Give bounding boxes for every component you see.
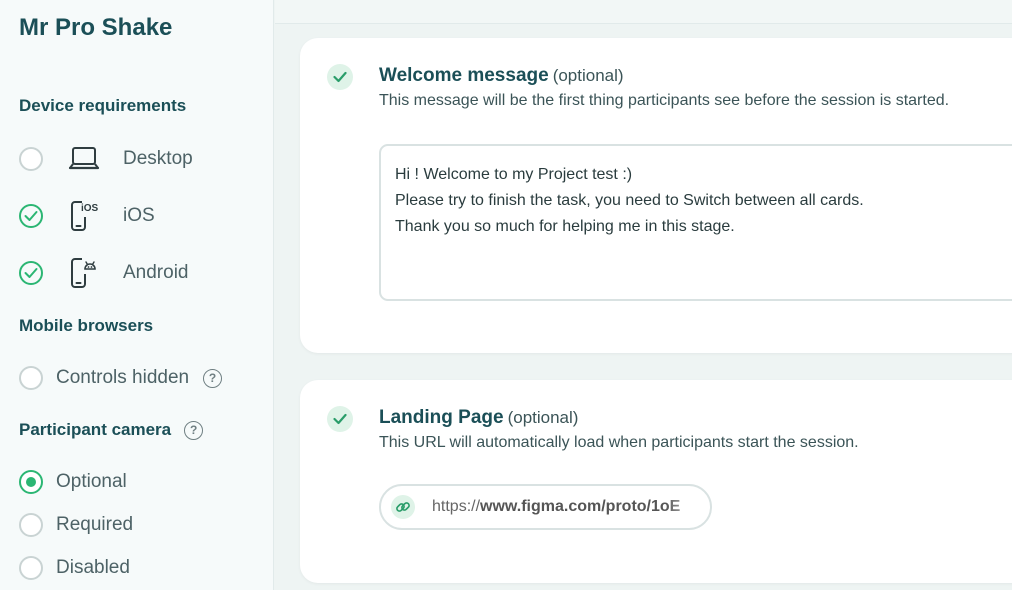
top-bar: [275, 0, 1012, 24]
welcome-message-description: This message will be the first thing par…: [379, 92, 950, 109]
project-title: Mr Pro Shake: [19, 14, 173, 41]
camera-option-label: Disabled: [56, 557, 130, 578]
landing-page-title: Landing Page (optional): [379, 407, 578, 429]
laptop-icon: [67, 142, 101, 176]
device-label-desktop: Desktop: [123, 148, 193, 169]
android-phone-icon: [67, 256, 101, 290]
svg-text:iOS: iOS: [81, 203, 99, 214]
help-icon[interactable]: ?: [184, 420, 204, 440]
welcome-message-title: Welcome message (optional): [379, 65, 624, 87]
controls-hidden-label: Controls hidden: [56, 367, 190, 388]
desktop-radio[interactable]: [19, 147, 43, 171]
welcome-message-card: Welcome message (optional) This message w…: [300, 38, 1012, 353]
welcome-title-text: Welcome message: [379, 65, 549, 86]
camera-option-optional[interactable]: Optional: [19, 467, 127, 497]
message-line: Hi ! Welcome to my Project test :): [395, 166, 633, 183]
android-check-icon[interactable]: [19, 261, 43, 285]
ios-check-icon[interactable]: [19, 204, 43, 228]
url-path: www.figma.com/proto/1oE: [480, 498, 681, 515]
device-requirements-heading: Device requirements: [19, 96, 187, 115]
camera-option-label: Required: [56, 514, 134, 535]
participant-camera-heading: Participant camera: [19, 420, 172, 439]
landing-page-description: This URL will automatically load when pa…: [379, 434, 859, 451]
ios-phone-icon: iOS: [67, 199, 101, 233]
camera-disabled-radio[interactable]: [19, 556, 43, 580]
camera-optional-radio[interactable]: [19, 470, 43, 494]
welcome-message-textarea[interactable]: Hi ! Welcome to my Project test :) Pleas…: [379, 144, 1012, 301]
controls-hidden-option[interactable]: Controls hidden ?: [19, 363, 223, 393]
check-icon: [327, 406, 353, 432]
landing-page-card: Landing Page (optional) This URL will aut…: [300, 380, 1012, 583]
device-option-desktop[interactable]: Desktop: [19, 144, 193, 174]
sidebar: Mr Pro Shake Device requirements Desktop…: [0, 0, 274, 590]
landing-url-input[interactable]: https://www.figma.com/proto/1oE: [379, 484, 712, 530]
camera-option-required[interactable]: Required: [19, 510, 133, 540]
message-line: Please try to finish the task, you need …: [395, 192, 864, 209]
url-scheme: https://: [432, 498, 481, 515]
device-option-android[interactable]: Android: [19, 258, 189, 288]
device-label-android: Android: [123, 262, 189, 283]
participant-camera-heading-row: Participant camera ?: [19, 414, 204, 446]
camera-required-radio[interactable]: [19, 513, 43, 537]
landing-url-value: https://www.figma.com/proto/1oE: [432, 498, 707, 516]
camera-option-label: Optional: [56, 471, 127, 492]
link-icon: [391, 495, 415, 519]
optional-tag: (optional): [507, 408, 579, 427]
device-option-ios[interactable]: iOS iOS: [19, 201, 155, 231]
landing-title-text: Landing Page: [379, 407, 504, 428]
camera-option-disabled[interactable]: Disabled: [19, 553, 130, 583]
device-label-ios: iOS: [123, 205, 155, 226]
optional-tag: (optional): [552, 66, 624, 85]
help-icon[interactable]: ?: [203, 368, 223, 388]
controls-hidden-radio[interactable]: [19, 366, 43, 390]
mobile-browsers-heading: Mobile browsers: [19, 316, 154, 335]
check-icon: [327, 64, 353, 90]
message-line: Thank you so much for helping me in this…: [395, 218, 735, 235]
